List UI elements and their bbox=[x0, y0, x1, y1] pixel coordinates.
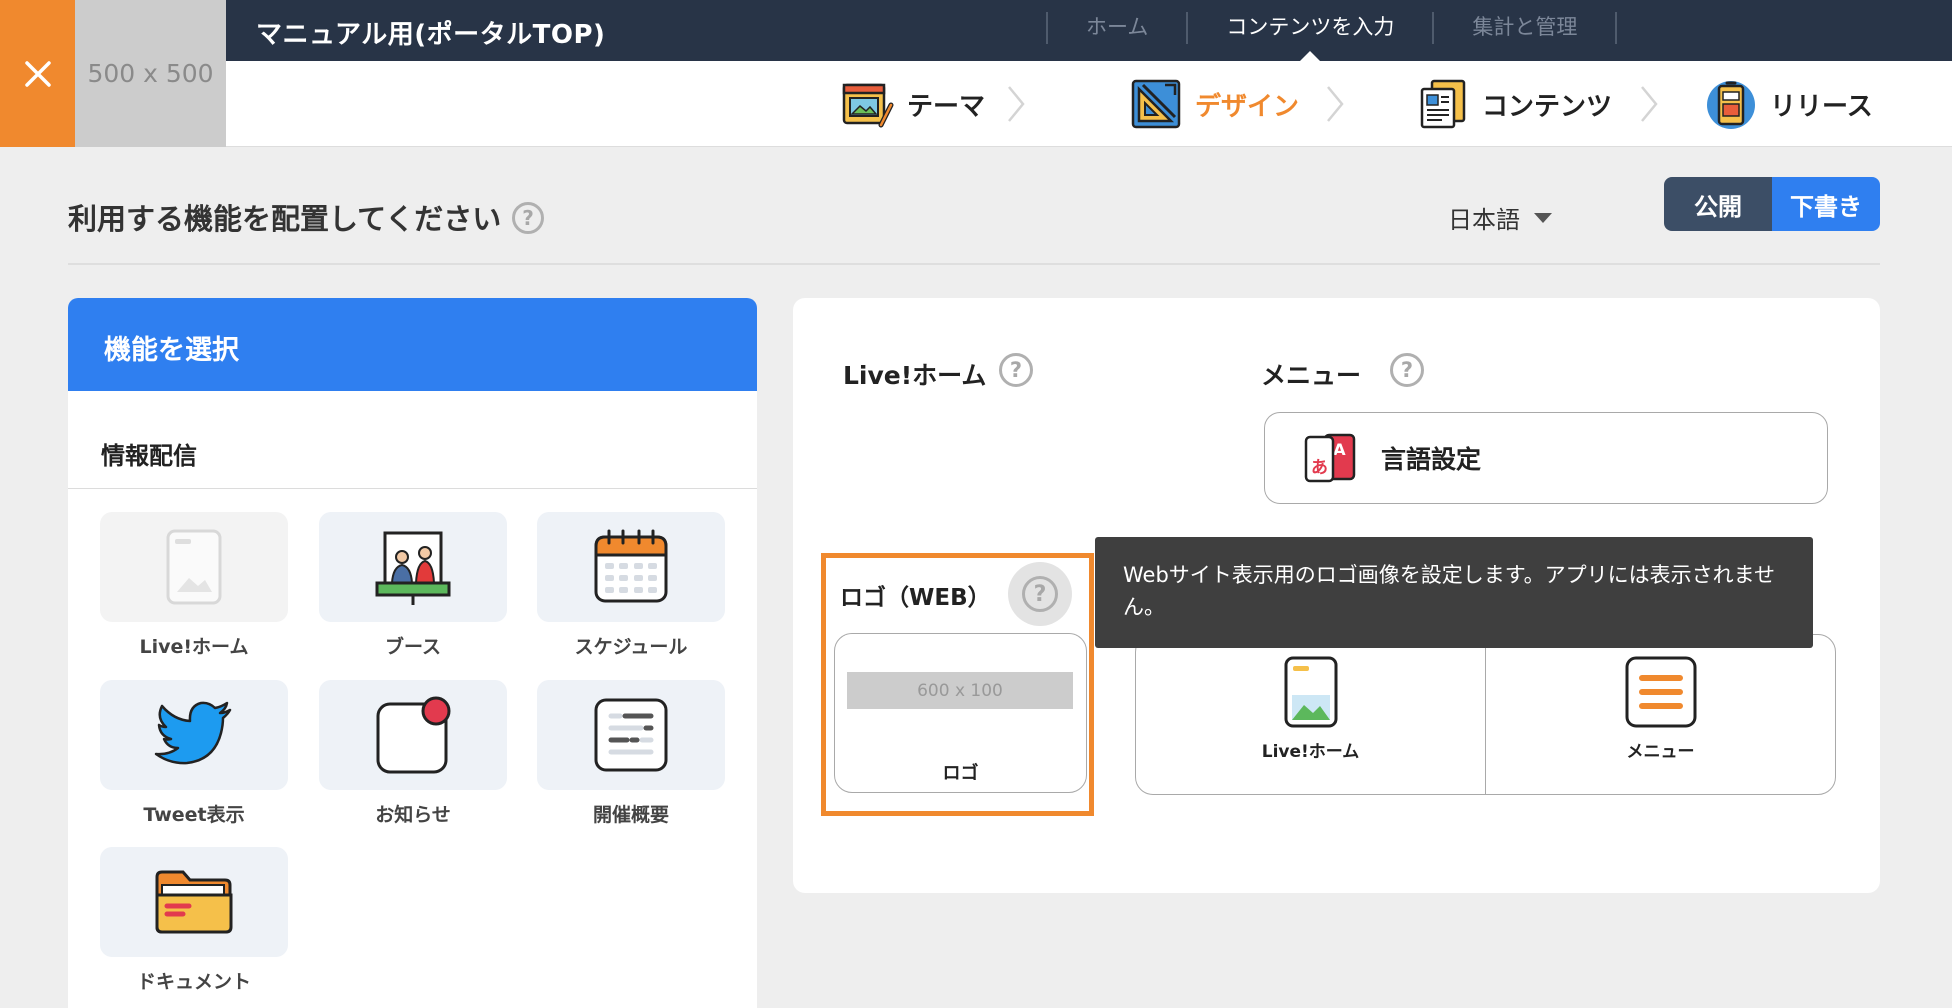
language-icon: A あ bbox=[1304, 433, 1356, 483]
design-icon bbox=[1131, 79, 1181, 129]
nav-home[interactable]: ホーム bbox=[1048, 12, 1186, 44]
feature-panel-title: 機能を選択 bbox=[68, 298, 757, 391]
close-button[interactable] bbox=[0, 0, 75, 147]
footer-item-menu[interactable]: メニュー bbox=[1485, 635, 1835, 794]
feature-tile-booth[interactable]: ブース bbox=[319, 512, 507, 659]
app-title: マニュアル用(ポータルTOP) bbox=[256, 20, 606, 50]
header-divider bbox=[68, 263, 1880, 265]
notification-icon bbox=[376, 696, 451, 774]
footer-item-label: Live!ホーム bbox=[1261, 742, 1360, 762]
step-label: デザイン bbox=[1195, 91, 1300, 122]
hamburger-menu-icon bbox=[1625, 656, 1696, 728]
feature-tile-notice[interactable]: お知らせ bbox=[319, 680, 507, 827]
feature-tile-box bbox=[100, 847, 288, 957]
chevron-right-icon bbox=[1008, 86, 1025, 122]
feature-tile-tweet[interactable]: Tweet表示 bbox=[100, 680, 288, 827]
feature-tile-box bbox=[537, 512, 725, 622]
nav-stats-management[interactable]: 集計と管理 bbox=[1434, 12, 1615, 44]
feature-tile-overview[interactable]: 開催概要 bbox=[537, 680, 725, 827]
chevron-right-icon bbox=[1641, 86, 1658, 122]
help-icon[interactable]: ? bbox=[1390, 353, 1424, 387]
booth-icon bbox=[375, 531, 451, 605]
step-release[interactable]: リリース bbox=[1704, 77, 1873, 131]
section-title: 情報配信 bbox=[101, 442, 197, 470]
phone-image-icon bbox=[1284, 656, 1337, 728]
menu-title: メニュー bbox=[1261, 361, 1362, 390]
footer-item-live-home[interactable]: Live!ホーム bbox=[1136, 635, 1485, 794]
publish-draft-toggle: 公開 下書き bbox=[1664, 177, 1880, 231]
svg-text:あ: あ bbox=[1311, 458, 1328, 478]
phone-image-icon bbox=[166, 529, 222, 605]
app-logo-placeholder: 500 x 500 bbox=[75, 0, 226, 147]
logo-web-slot: ロゴ（WEB） ? 600 x 100 ロゴ bbox=[821, 553, 1094, 816]
feature-tile-schedule[interactable]: スケジュール bbox=[537, 512, 725, 659]
logo-card-label: ロゴ bbox=[942, 763, 979, 784]
close-icon bbox=[24, 60, 51, 87]
language-select-value: 日本語 bbox=[1448, 206, 1520, 234]
logo-image-placeholder: 600 x 100 bbox=[847, 672, 1073, 709]
step-label: コンテンツ bbox=[1482, 91, 1613, 122]
feature-tile-box bbox=[537, 680, 725, 790]
nav-separator bbox=[1615, 12, 1618, 44]
feature-tile-label: スケジュール bbox=[574, 636, 688, 658]
calendar-icon bbox=[594, 529, 668, 603]
step-design[interactable]: デザイン bbox=[1129, 77, 1299, 131]
folder-icon bbox=[155, 870, 233, 934]
feature-tile-box bbox=[319, 680, 507, 790]
top-nav: ホーム コンテンツを入力 集計と管理 bbox=[1046, 12, 1618, 63]
step-label: リリース bbox=[1770, 91, 1873, 122]
help-icon[interactable]: ? bbox=[512, 202, 544, 234]
feature-tile-box bbox=[100, 680, 288, 790]
language-select[interactable]: 日本語 bbox=[1448, 200, 1552, 235]
footer-menu-cards: Live!ホーム メニュー bbox=[1135, 634, 1836, 795]
step-label: テーマ bbox=[907, 91, 986, 122]
section-divider bbox=[68, 488, 757, 489]
feature-tile-document[interactable]: ドキュメント bbox=[100, 847, 288, 994]
logo-help-tooltip: Webサイト表示用のロゴ画像を設定します。アプリには表示されません。 bbox=[1095, 537, 1813, 648]
release-icon bbox=[1707, 81, 1755, 129]
feature-select-panel: 機能を選択 情報配信 Live!ホーム ブース スケジュール Tweet表示 お… bbox=[68, 298, 757, 1008]
step-theme[interactable]: テーマ bbox=[841, 77, 985, 131]
twitter-bird-icon bbox=[154, 701, 232, 765]
step-bar: テーマ デザイン コンテンツ リリース bbox=[226, 61, 1952, 147]
feature-tile-box bbox=[319, 512, 507, 622]
page-title: 利用する機能を配置してください bbox=[68, 202, 502, 236]
logo-web-title: ロゴ（WEB） bbox=[840, 585, 991, 611]
overview-list-icon bbox=[594, 698, 668, 772]
top-bar: マニュアル用(ポータルTOP) ホーム コンテンツを入力 集計と管理 bbox=[226, 0, 1952, 63]
logo-card[interactable]: 600 x 100 ロゴ bbox=[834, 633, 1087, 793]
feature-tile-live-home[interactable]: Live!ホーム bbox=[100, 512, 288, 659]
feature-tile-label: お知らせ bbox=[375, 804, 451, 826]
caret-down-icon bbox=[1534, 212, 1552, 223]
feature-tile-label: ドキュメント bbox=[136, 971, 251, 993]
theme-icon bbox=[842, 83, 894, 128]
feature-tile-label: Tweet表示 bbox=[143, 804, 245, 826]
logo-help-button[interactable]: ? bbox=[1008, 562, 1072, 626]
nav-input-content[interactable]: コンテンツを入力 bbox=[1188, 12, 1432, 63]
language-setting-label: 言語設定 bbox=[1381, 445, 1482, 474]
feature-tile-label: 開催概要 bbox=[592, 804, 669, 826]
help-icon: ? bbox=[1022, 576, 1058, 612]
feature-tile-label: ブース bbox=[384, 636, 442, 658]
svg-text:A: A bbox=[1333, 440, 1346, 459]
publish-button[interactable]: 公開 bbox=[1664, 177, 1772, 231]
feature-tile-label: Live!ホーム bbox=[139, 636, 249, 658]
step-contents[interactable]: コンテンツ bbox=[1416, 77, 1612, 131]
feature-tile-box bbox=[100, 512, 288, 622]
footer-item-label: メニュー bbox=[1626, 742, 1695, 762]
live-home-title: Live!ホーム bbox=[843, 361, 987, 390]
contents-icon bbox=[1420, 79, 1466, 129]
language-setting-button[interactable]: A あ 言語設定 bbox=[1264, 412, 1828, 504]
draft-button[interactable]: 下書き bbox=[1772, 177, 1880, 231]
chevron-right-icon bbox=[1327, 86, 1344, 122]
help-icon[interactable]: ? bbox=[999, 353, 1033, 387]
